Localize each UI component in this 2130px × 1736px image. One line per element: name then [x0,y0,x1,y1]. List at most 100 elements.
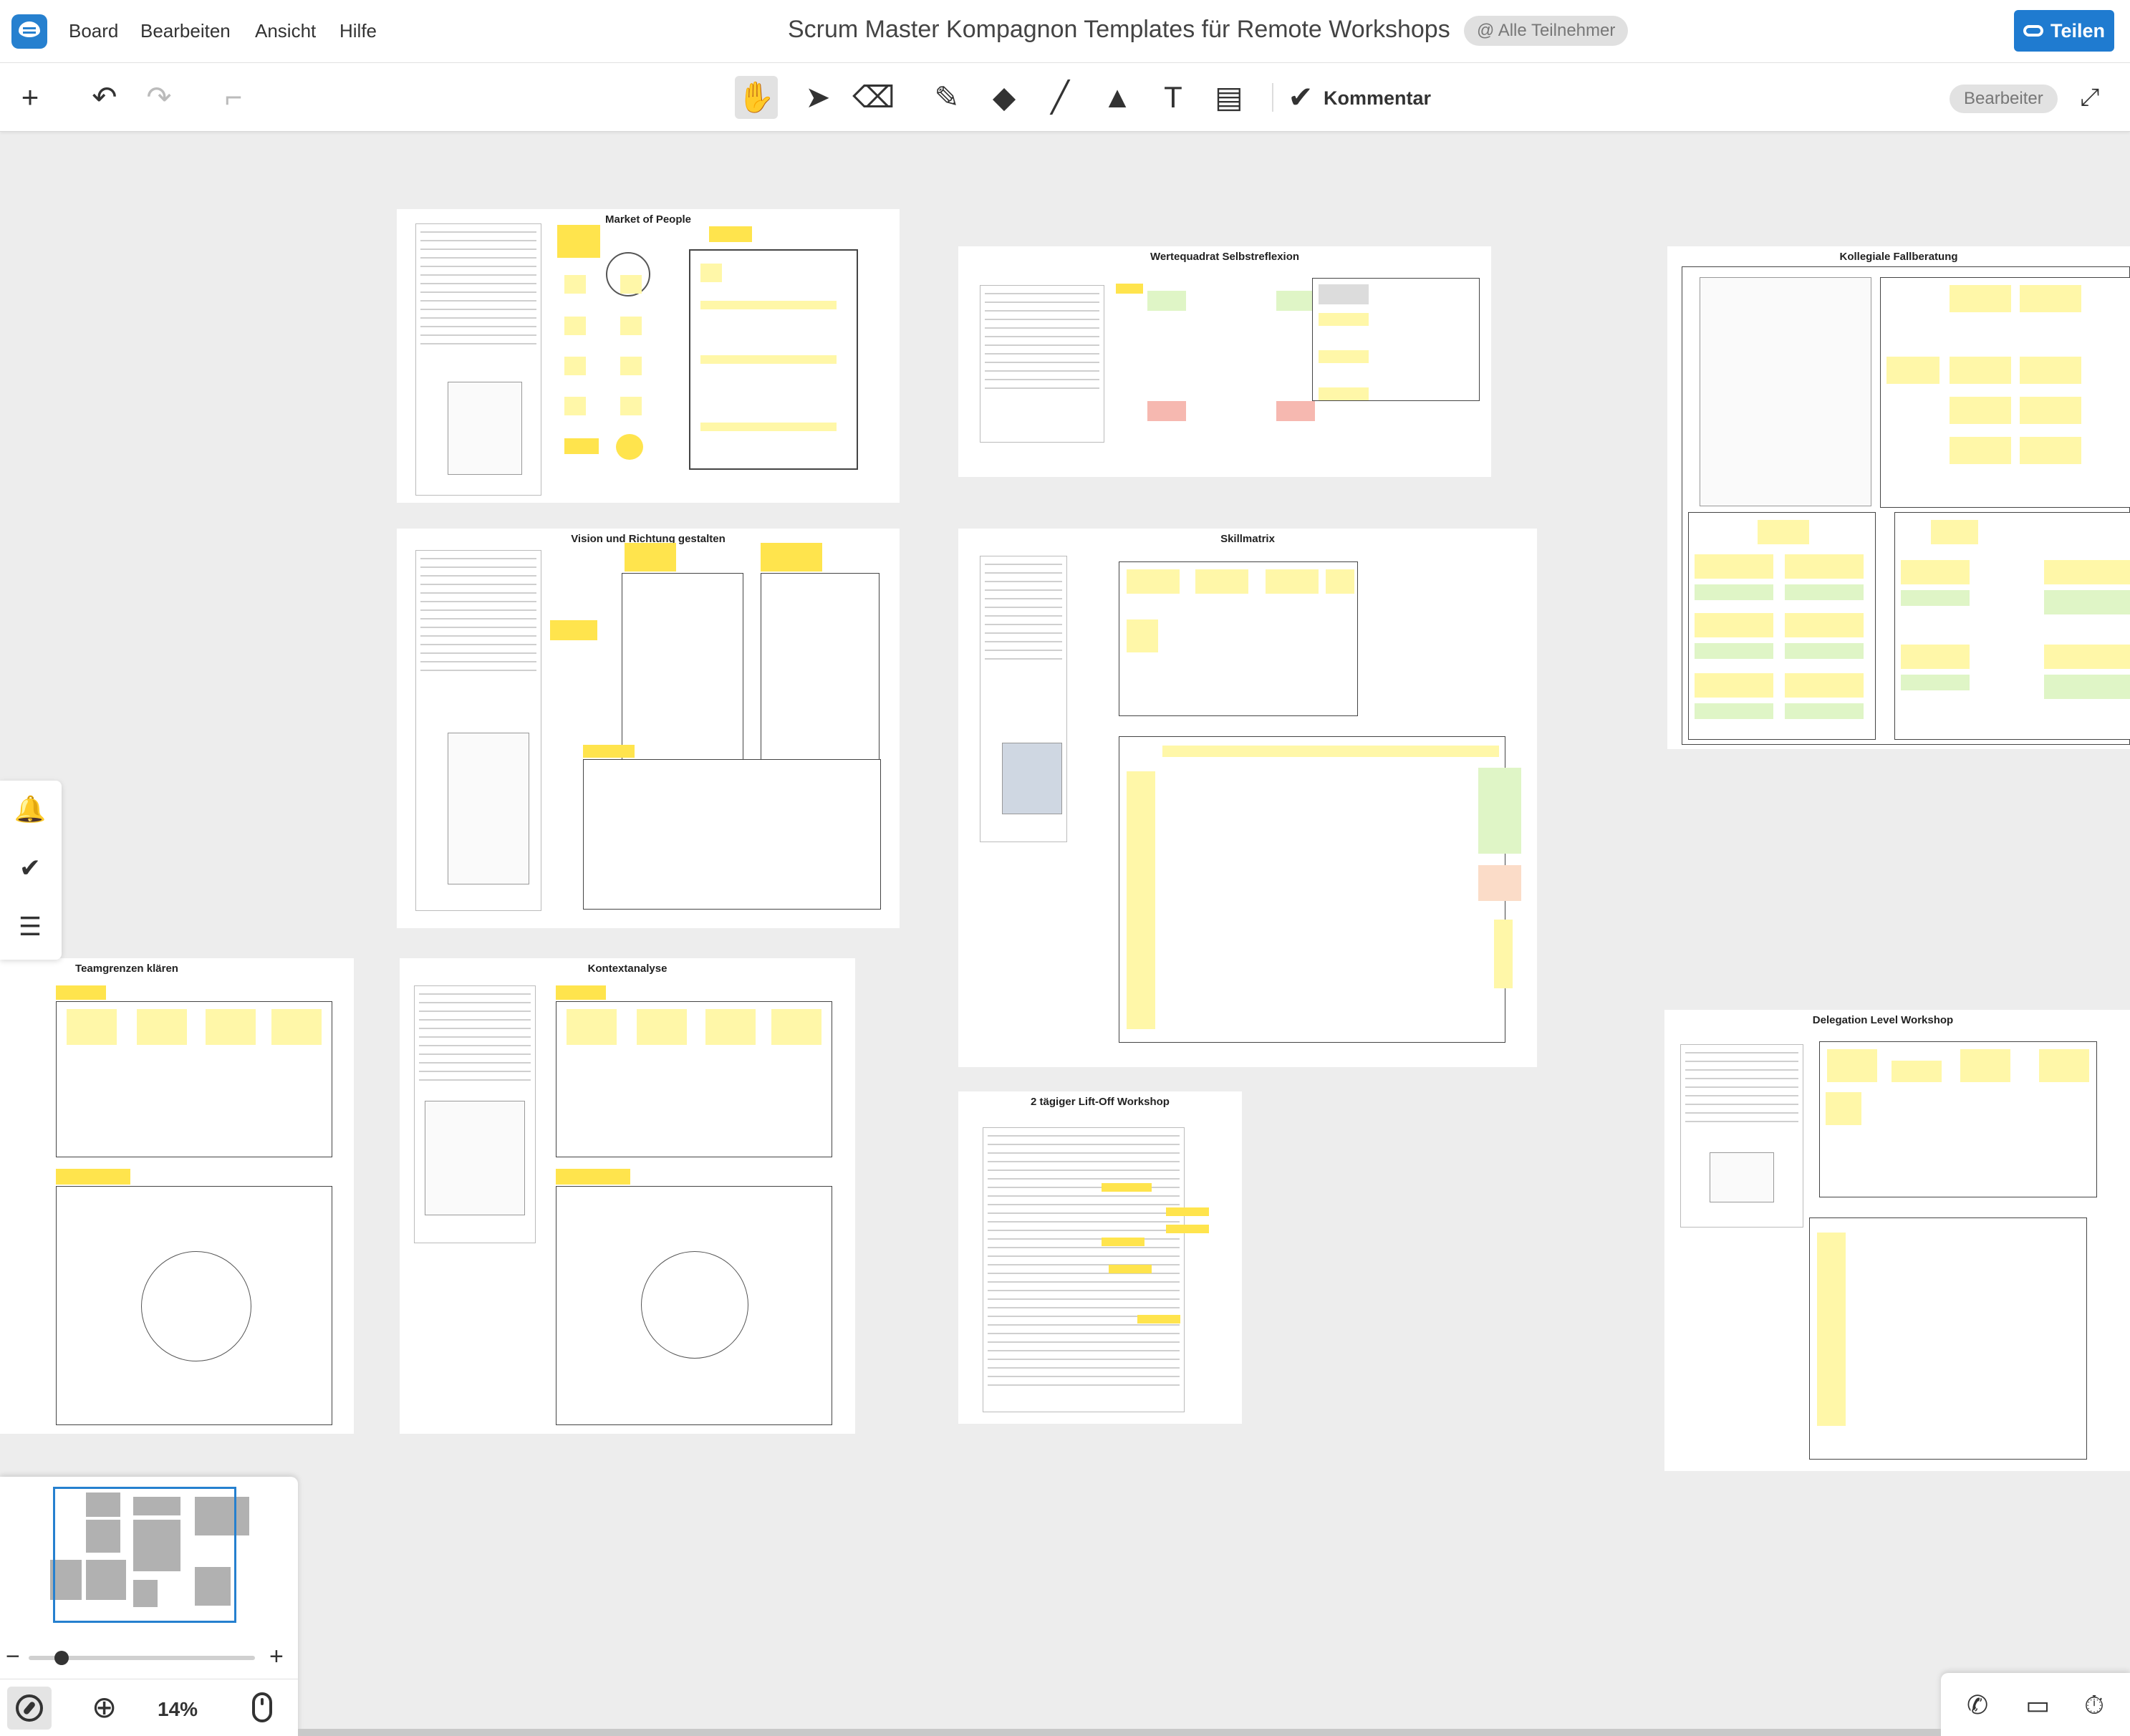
sticky-note[interactable] [206,1009,256,1045]
sticky-note[interactable] [556,985,606,1000]
sticky-note[interactable] [1901,645,1970,669]
sticky-note[interactable] [1166,1207,1209,1216]
sticky-note[interactable] [1695,554,1773,579]
sticky-note[interactable] [56,1169,130,1185]
sticky-note[interactable] [771,1009,821,1045]
sticky-note[interactable] [1109,1265,1152,1273]
sticky-note[interactable] [1950,437,2011,464]
eraser-icon[interactable]: ⌫ [852,76,895,119]
sticky-note[interactable] [1960,1049,2010,1082]
sticky-note[interactable] [2044,645,2130,669]
sticky-note[interactable] [137,1009,187,1045]
frame-kollegiale-fallberatung[interactable]: Kollegiale Fallberatung [1667,246,2130,749]
sticky-note[interactable] [1137,1315,1180,1323]
timer-icon[interactable]: ⏱ [2084,1690,2104,1721]
phone-icon[interactable]: ✆ [1967,1690,1988,1720]
sticky-note[interactable] [1276,291,1315,311]
sticky-note[interactable] [1695,613,1773,637]
sticky-note[interactable] [625,543,676,572]
comment-label[interactable]: Kommentar [1324,87,1431,110]
sticky-note[interactable] [1127,569,1180,594]
presentation-icon[interactable]: ▭ [2025,1690,2050,1720]
sticky-note[interactable] [1785,643,1864,659]
frame-delegation[interactable]: Delegation Level Workshop [1664,1010,2130,1471]
sticky-note[interactable] [564,357,586,375]
sticky-note[interactable] [2020,397,2081,424]
sticky-note[interactable] [1785,613,1864,637]
menu-board[interactable]: Board [69,20,118,42]
sticky-note[interactable] [1827,1049,1877,1082]
sticky-note[interactable] [1695,584,1773,600]
add-icon[interactable]: + [9,76,52,119]
sticky-note[interactable] [2020,357,2081,384]
sticky-note[interactable] [620,275,642,294]
sticky-note-icon[interactable]: ▤ [1208,76,1250,119]
sticky-note-row[interactable] [1162,746,1499,757]
zoom-out-button[interactable]: − [6,1643,20,1671]
sticky-note[interactable] [1102,1238,1144,1246]
sticky-note[interactable] [2044,560,2130,584]
pen-icon[interactable]: ✎ [925,76,968,119]
sticky-note[interactable] [709,226,752,242]
sticky-note-column[interactable] [1817,1233,1846,1426]
sticky-note[interactable] [1950,357,2011,384]
sticky-note[interactable] [1695,643,1773,659]
sticky-note[interactable] [564,438,599,454]
sticky-note[interactable] [1886,357,1939,384]
fullscreen-icon[interactable]: ⤢ [2068,76,2111,119]
sticky-note[interactable] [567,1009,617,1045]
zoom-in-button[interactable]: + [269,1643,284,1671]
zoom-level[interactable]: 14% [158,1698,198,1721]
sticky-note[interactable] [705,1009,756,1045]
board-title[interactable]: Scrum Master Kompagnon Templates für Rem… [788,16,1450,44]
frame-skillmatrix[interactable]: Skillmatrix [958,529,1537,1067]
sticky-note[interactable] [2020,437,2081,464]
sticky-note[interactable] [271,1009,322,1045]
sticky-note[interactable] [1892,1061,1942,1082]
sticky-note[interactable] [2039,1049,2089,1082]
marker-icon[interactable]: ◆ [983,76,1026,119]
sticky-note[interactable] [556,1169,630,1185]
menu-bearbeiten[interactable]: Bearbeiten [140,20,231,42]
frame-market-of-people[interactable]: Market of People [397,209,900,503]
sticky-note[interactable] [620,317,642,335]
sticky-note[interactable] [1950,397,2011,424]
bell-icon[interactable]: 🔔 [14,794,47,825]
sticky-note[interactable] [2044,590,2130,614]
sticky-note[interactable] [700,301,837,309]
sticky-note[interactable] [1319,350,1369,363]
sticky-note[interactable] [1785,554,1864,579]
sticky-note[interactable] [564,397,586,415]
sticky-note-stack[interactable] [1494,920,1513,988]
sticky-note[interactable] [1319,284,1369,304]
participants-badge[interactable]: @ Alle Teilnehmer [1464,16,1629,46]
sticky-note[interactable] [1195,569,1248,594]
sticky-note[interactable] [550,620,597,640]
sticky-note[interactable] [620,397,642,415]
sticky-note[interactable] [564,275,586,294]
sticky-note[interactable] [1695,673,1773,698]
sticky-note[interactable] [583,745,635,758]
sticky-note[interactable] [620,357,642,375]
shapes-icon[interactable]: ▲ [1096,76,1139,119]
zoom-slider-thumb[interactable] [54,1651,69,1665]
undo-icon[interactable]: ↶ [83,76,126,119]
sticky-note[interactable] [1319,313,1369,326]
redo-icon[interactable]: ↷ [138,76,180,119]
frame-kontextanalyse[interactable]: Kontextanalyse [400,958,855,1434]
edit-badge[interactable]: Bearbeiter [1950,85,2058,113]
sticky-note[interactable] [1785,673,1864,698]
text-icon[interactable]: T [1152,76,1195,119]
sticky-note[interactable] [761,543,822,572]
sticky-note[interactable] [1147,291,1186,311]
check-circle-icon[interactable]: ✔ [14,852,46,884]
sticky-note[interactable] [1266,569,1319,594]
sticky-note[interactable] [700,264,722,282]
hand-tool-icon[interactable]: ✋ [735,76,778,119]
sticky-note[interactable] [700,355,837,364]
sticky-note[interactable] [1785,584,1864,600]
sticky-note[interactable] [1319,387,1369,400]
sticky-note[interactable] [1901,560,1970,584]
mouse-icon[interactable] [252,1692,272,1722]
sticky-note[interactable] [1116,284,1143,294]
